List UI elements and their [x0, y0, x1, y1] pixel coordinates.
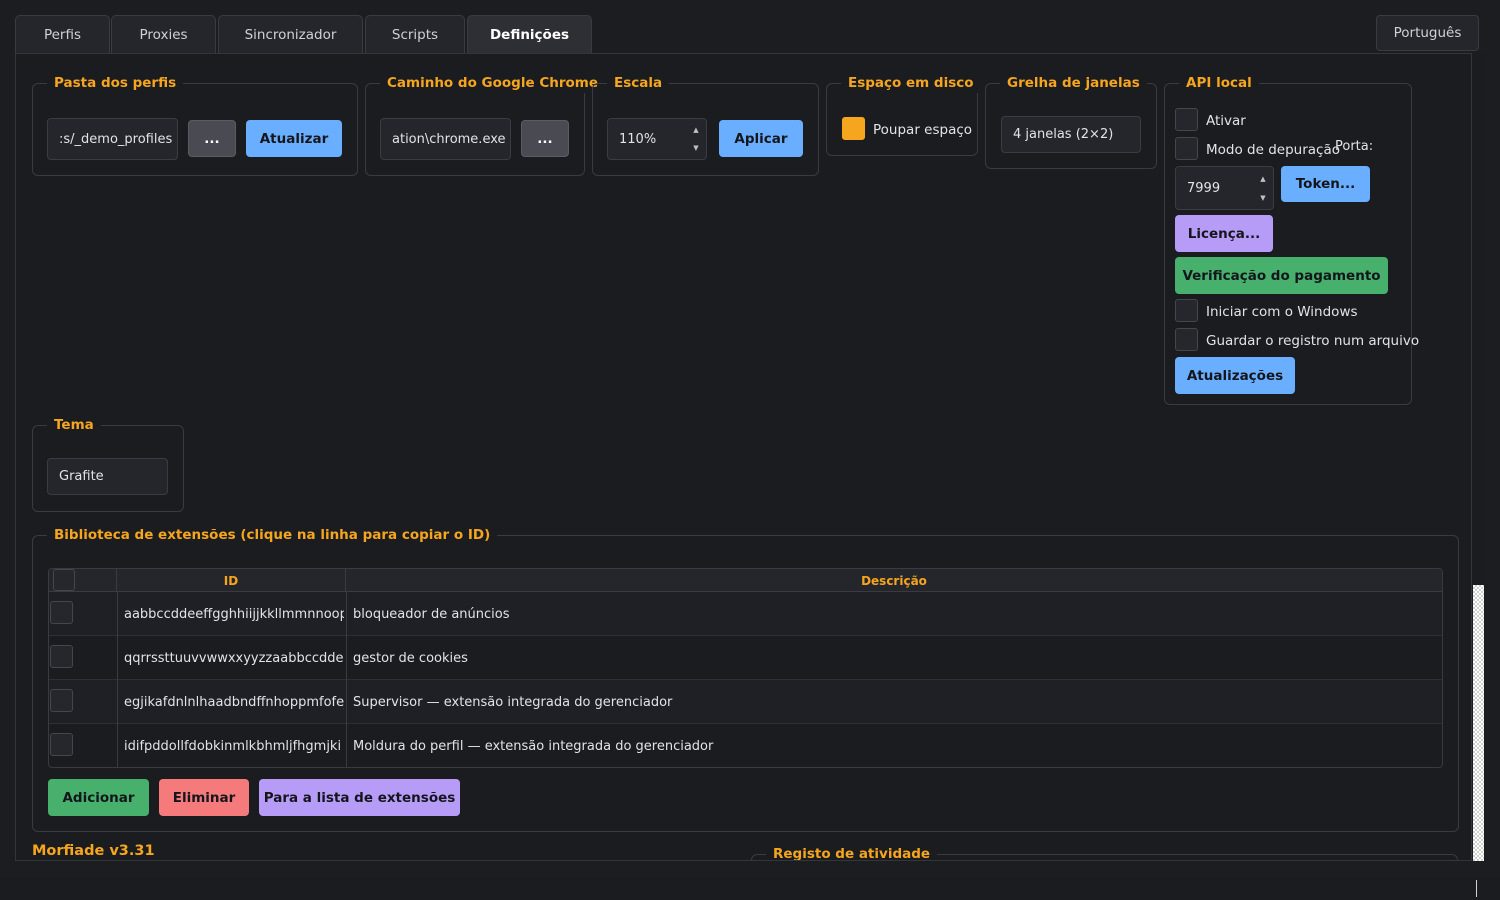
- extension-description: Moldura do perfil — extensão integrada d…: [353, 738, 714, 754]
- select-all-checkbox[interactable]: [53, 569, 75, 591]
- profiles-folder-browse-button[interactable]: ...: [188, 120, 236, 157]
- row-checkbox[interactable]: [50, 733, 73, 756]
- group-title: API local: [1179, 73, 1259, 93]
- activity-log-group: Registo de atividade: [751, 844, 1458, 860]
- group-title: Biblioteca de extensões (clique na linha…: [47, 525, 498, 545]
- group-title: Pasta dos perfis: [47, 73, 184, 93]
- column-header-id[interactable]: ID: [117, 569, 346, 592]
- row-checkbox[interactable]: [50, 645, 73, 668]
- log-to-file-label: Guardar o registro num arquivo: [1206, 333, 1420, 349]
- updates-button[interactable]: Atualizações: [1175, 357, 1295, 394]
- license-button[interactable]: Licença...: [1175, 215, 1273, 252]
- table-row[interactable]: aabbccddeeffgghhiijjkkllmmnnoopp bloquea…: [49, 592, 1442, 636]
- save-space-label: Poupar espaço: [873, 122, 973, 138]
- tab-synchronizer[interactable]: Sincronizador: [218, 15, 363, 54]
- tab-scripts[interactable]: Scripts: [365, 15, 465, 54]
- column-header-description[interactable]: Descrição: [346, 569, 1442, 592]
- start-with-windows-checkbox[interactable]: [1175, 299, 1198, 322]
- column-divider: [346, 636, 347, 680]
- scale-stepper[interactable]: ▲ ▼: [688, 121, 704, 157]
- port-value: 7999: [1187, 180, 1221, 196]
- save-space-checkbox[interactable]: [842, 117, 865, 140]
- add-extension-button[interactable]: Adicionar: [48, 779, 149, 816]
- extensions-table: ID Descrição aabbccddeeffgghhiijjkkllmmn…: [48, 568, 1443, 768]
- group-title: Caminho do Google Chrome: [380, 73, 605, 93]
- enable-api-checkbox[interactable]: [1175, 108, 1198, 131]
- debug-mode-checkbox[interactable]: [1175, 137, 1198, 160]
- chevron-down-icon[interactable]: ▼: [688, 139, 704, 157]
- scrollbar-thumb[interactable]: [1473, 585, 1484, 861]
- debug-mode-label: Modo de depuração: [1206, 142, 1340, 158]
- settings-panel: Pasta dos perfis :s/_demo_profiles ... A…: [15, 53, 1472, 861]
- group-title: Escala: [607, 73, 670, 93]
- language-select[interactable]: Português: [1376, 15, 1479, 51]
- status-bar: [0, 877, 1500, 900]
- scale-value: 110%: [619, 131, 657, 147]
- select-all-column: [49, 569, 117, 592]
- row-checkbox[interactable]: [50, 689, 73, 712]
- port-spinbox[interactable]: 7999 ▲ ▼: [1175, 166, 1274, 210]
- extension-description: gestor de cookies: [353, 650, 468, 666]
- theme-select[interactable]: Grafite: [47, 458, 168, 495]
- port-label: Porta:: [1335, 139, 1374, 154]
- chevron-down-icon[interactable]: ▼: [1255, 188, 1271, 207]
- table-row[interactable]: qqrrssttuuvvwwxxyyzzaabbccddeeff gestor …: [49, 636, 1442, 680]
- app-version-label: Morfiade v3.31: [32, 843, 155, 859]
- column-divider: [117, 636, 118, 680]
- extension-id: egjikafdnlnlhaadbndffnhoppmfofej: [124, 694, 344, 710]
- table-row[interactable]: idifpddollfdobkinmlkbhmljfhgmjki Moldura…: [49, 724, 1442, 767]
- column-divider: [117, 592, 118, 636]
- enable-api-label: Ativar: [1206, 113, 1246, 129]
- column-divider: [117, 680, 118, 724]
- row-checkbox[interactable]: [50, 601, 73, 624]
- table-row[interactable]: egjikafdnlnlhaadbndffnhoppmfofej Supervi…: [49, 680, 1442, 724]
- chevron-up-icon[interactable]: ▲: [688, 121, 704, 139]
- window-grid-select[interactable]: 4 janelas (2×2): [1001, 116, 1141, 153]
- column-divider: [346, 592, 347, 636]
- group-title: Tema: [47, 415, 101, 435]
- extension-description: bloqueador de anúncios: [353, 606, 510, 622]
- group-title: Espaço em disco: [841, 73, 981, 93]
- tab-settings[interactable]: Definições: [467, 15, 592, 54]
- extension-store-button[interactable]: Para a lista de extensões: [259, 779, 460, 816]
- profiles-folder-input[interactable]: :s/_demo_profiles: [47, 118, 178, 160]
- column-divider: [117, 724, 118, 767]
- tab-bar: Perfis Proxies Sincronizador Scripts Def…: [0, 0, 1500, 54]
- scale-spinbox[interactable]: 110% ▲ ▼: [607, 118, 707, 160]
- chevron-up-icon[interactable]: ▲: [1255, 169, 1271, 188]
- payment-verification-button[interactable]: Verificação do pagamento: [1175, 257, 1388, 294]
- text-cursor: [1476, 880, 1477, 897]
- extension-id: aabbccddeeffgghhiijjkkllmmnnoopp: [124, 606, 344, 622]
- log-to-file-checkbox[interactable]: [1175, 328, 1198, 351]
- delete-extension-button[interactable]: Eliminar: [159, 779, 249, 816]
- extension-id: qqrrssttuuvvwwxxyyzzaabbccddeeff: [124, 650, 344, 666]
- chrome-path-browse-button[interactable]: ...: [521, 120, 569, 157]
- start-with-windows-label: Iniciar com o Windows: [1206, 304, 1358, 320]
- group-title: Registo de atividade: [766, 844, 938, 860]
- column-divider: [346, 724, 347, 767]
- column-divider: [346, 680, 347, 724]
- apply-scale-button[interactable]: Aplicar: [719, 120, 803, 157]
- refresh-button[interactable]: Atualizar: [246, 120, 342, 157]
- tab-profiles[interactable]: Perfis: [15, 15, 110, 54]
- extension-id: idifpddollfdobkinmlkbhmljfhgmjki: [124, 738, 342, 754]
- extension-description: Supervisor — extensão integrada do geren…: [353, 694, 673, 710]
- port-stepper[interactable]: ▲ ▼: [1255, 169, 1271, 207]
- group-title: Grelha de janelas: [1000, 73, 1147, 93]
- token-button[interactable]: Token...: [1281, 166, 1370, 202]
- chrome-path-input[interactable]: ation\chrome.exe: [380, 118, 511, 160]
- table-header: ID Descrição: [49, 569, 1442, 592]
- tab-proxies[interactable]: Proxies: [111, 15, 216, 54]
